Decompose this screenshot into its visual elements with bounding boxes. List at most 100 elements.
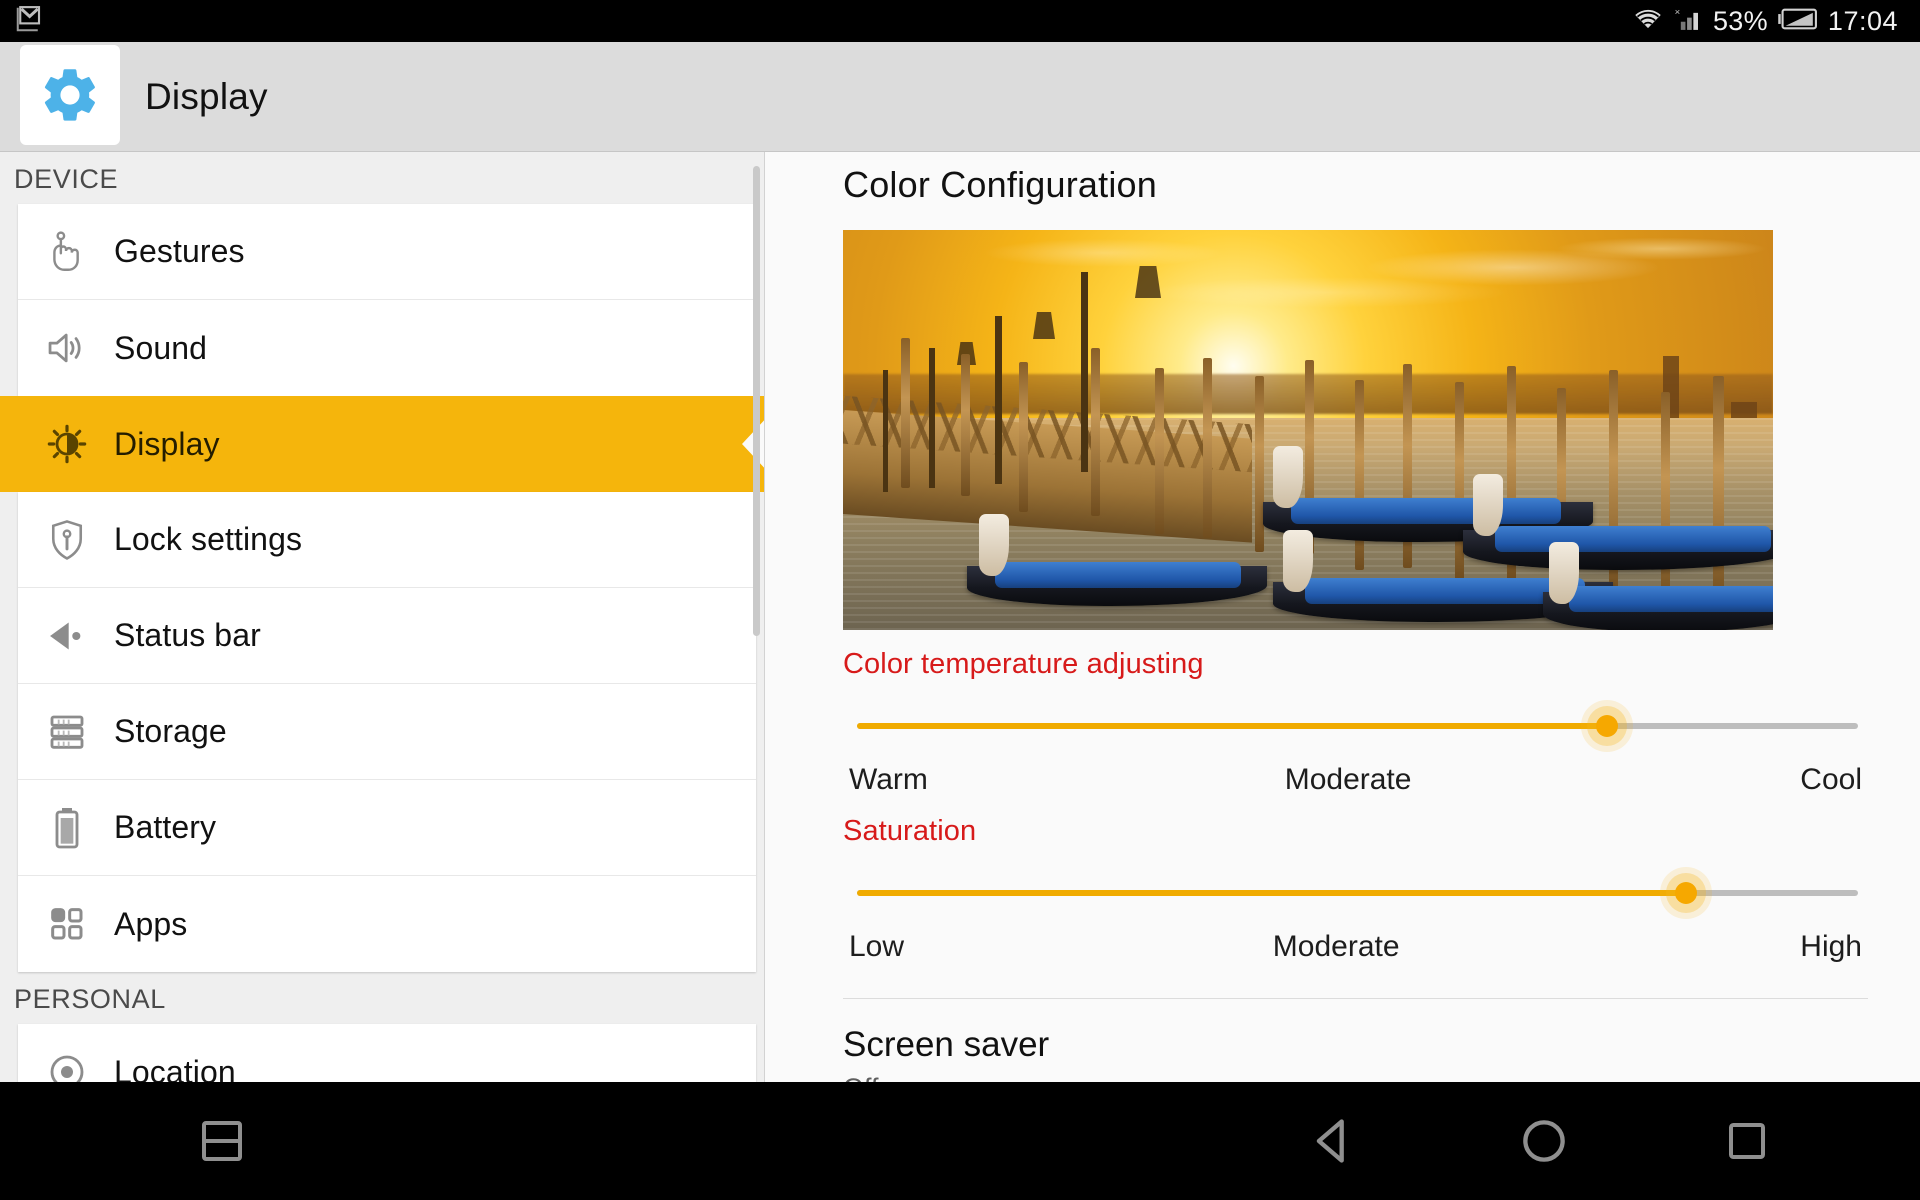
color-temperature-scale: Warm Moderate Cool xyxy=(843,763,1868,797)
sidebar-item-location[interactable]: Location xyxy=(18,1024,756,1082)
settings-gear-icon[interactable] xyxy=(20,44,120,145)
slider-track[interactable] xyxy=(857,723,1858,729)
sidebar-card-device-2: Lock settings Status bar Storage Battery… xyxy=(18,492,756,972)
color-preview-image xyxy=(843,230,1773,630)
sidebar-item-label: Apps xyxy=(114,905,188,942)
sidebar-item-label: Sound xyxy=(114,329,208,366)
slider-track[interactable] xyxy=(857,890,1858,896)
sidebar-item-label: Gestures xyxy=(114,233,245,269)
saturation-label: Saturation xyxy=(843,815,977,847)
mooring-pole xyxy=(1019,362,1028,512)
slider-track-fill xyxy=(857,890,1688,896)
sidebar-item-label: Battery xyxy=(114,809,217,845)
saturation-control: Saturation Low Moderate High xyxy=(843,815,1868,964)
color-temperature-control: Color temperature adjusting Warm Moderat… xyxy=(843,648,1868,797)
sidebar-item-label: Status bar xyxy=(114,617,261,653)
mooring-pole xyxy=(1255,376,1264,552)
wifi-icon xyxy=(1631,6,1665,37)
screen-saver-title: Screen saver xyxy=(843,1025,1050,1064)
battery-icon xyxy=(1777,7,1819,36)
scale-label-mid: Moderate xyxy=(1284,763,1412,796)
screen-saver-value: Off xyxy=(843,1073,1868,1082)
saturation-scale: Low Moderate High xyxy=(843,930,1868,964)
gondola-tarp xyxy=(1495,526,1771,552)
gondola-ferro xyxy=(1549,542,1579,604)
battery-vertical-icon xyxy=(44,805,90,851)
scale-label-left: Warm xyxy=(849,763,928,796)
lamp-post xyxy=(1081,272,1088,472)
sidebar-selected-wrapper: Display xyxy=(0,396,764,492)
page-title: Display xyxy=(145,75,268,117)
scale-label-left: Low xyxy=(849,930,905,963)
app-bar: Display xyxy=(0,42,1920,152)
status-bar: × 53% 17:04 xyxy=(0,0,1920,42)
lamp-post xyxy=(883,370,888,492)
home-circle-icon[interactable] xyxy=(1518,1115,1570,1167)
scale-label-mid: Moderate xyxy=(1272,930,1400,963)
sidebar-scrollbar[interactable] xyxy=(753,158,762,1076)
shield-lock-icon xyxy=(44,517,90,563)
status-bar-system-icons: × 53% 17:04 xyxy=(1631,5,1898,38)
sidebar-item-display[interactable]: Display xyxy=(0,396,764,492)
svg-text:×: × xyxy=(1675,6,1681,17)
mooring-pole xyxy=(1203,358,1212,538)
speaker-icon xyxy=(44,325,90,371)
gondola-ferro xyxy=(1273,446,1303,508)
lamp-post xyxy=(995,316,1002,484)
saturation-slider[interactable] xyxy=(843,864,1868,922)
slider-thumb[interactable] xyxy=(1675,882,1698,904)
back-triangle-icon[interactable] xyxy=(1307,1115,1359,1167)
mooring-pole xyxy=(1155,368,1164,534)
gondola-tarp xyxy=(1291,498,1561,524)
storage-stack-icon xyxy=(44,709,90,755)
sidebar-item-apps[interactable]: Apps xyxy=(18,876,756,972)
sidebar-card-device: Gestures Sound xyxy=(18,204,756,396)
sidebar-item-sound[interactable]: Sound xyxy=(18,300,756,396)
gondola-ferro xyxy=(1283,530,1313,592)
mooring-pole xyxy=(1661,392,1670,604)
sidebar-section-header-personal: PERSONAL xyxy=(0,972,764,1024)
display-settings-panel: Color Configuration Color temperature ad… xyxy=(765,152,1920,1082)
slider-track-fill xyxy=(857,723,1608,729)
lamp-post xyxy=(929,348,935,488)
navigation-bar xyxy=(0,1082,1920,1200)
screen-saver-preference[interactable]: Screen saver Off xyxy=(843,999,1868,1082)
scale-label-right: High xyxy=(1800,930,1862,963)
sidebar-item-gestures[interactable]: Gestures xyxy=(18,204,756,300)
hand-tap-icon xyxy=(44,229,90,275)
sidebar-section-header-device: DEVICE xyxy=(0,152,764,204)
gondola-ferro xyxy=(1473,474,1503,536)
sidebar-item-label: Location xyxy=(114,1053,236,1083)
split-screen-icon[interactable] xyxy=(198,1117,246,1165)
settings-sidebar[interactable]: DEVICE Gestures Sound Display Lock setti… xyxy=(0,152,765,1082)
recents-square-icon[interactable] xyxy=(1723,1117,1771,1165)
sidebar-item-lock-settings[interactable]: Lock settings xyxy=(18,492,756,588)
apps-grid-icon xyxy=(44,901,90,947)
sidebar-item-status-bar[interactable]: Status bar xyxy=(18,588,756,684)
gondola-ferro xyxy=(979,514,1009,576)
cell-signal-no-service-icon: × xyxy=(1674,5,1704,38)
main-content: DEVICE Gestures Sound Display Lock setti… xyxy=(0,152,1920,1082)
brightness-sun-icon xyxy=(44,421,90,467)
sidebar-item-label: Lock settings xyxy=(114,521,303,557)
color-temperature-slider[interactable] xyxy=(843,697,1868,755)
sidebar-item-label: Display xyxy=(114,425,220,462)
clock-label: 17:04 xyxy=(1827,5,1898,36)
mooring-pole xyxy=(1355,380,1364,570)
mooring-pole xyxy=(901,338,910,488)
back-arrow-dot-icon xyxy=(44,613,90,659)
sidebar-item-label: Storage xyxy=(114,713,227,749)
sidebar-item-storage[interactable]: Storage xyxy=(18,684,756,780)
gondola-tarp xyxy=(995,562,1241,588)
gmail-icon xyxy=(14,4,44,39)
sidebar-item-battery[interactable]: Battery xyxy=(18,780,756,876)
mooring-pole xyxy=(1091,348,1100,516)
sidebar-scrollbar-thumb[interactable] xyxy=(753,166,760,636)
slider-thumb[interactable] xyxy=(1595,715,1618,737)
device-screen: × 53% 17:04 Display DEVICE Gestures Soun… xyxy=(0,0,1920,1200)
sidebar-card-personal: Location xyxy=(18,1024,756,1082)
sidebar-list: DEVICE Gestures Sound Display Lock setti… xyxy=(0,152,764,1082)
color-temperature-label: Color temperature adjusting xyxy=(843,648,1204,680)
mooring-pole xyxy=(961,354,970,496)
status-bar-notifications xyxy=(14,4,44,39)
